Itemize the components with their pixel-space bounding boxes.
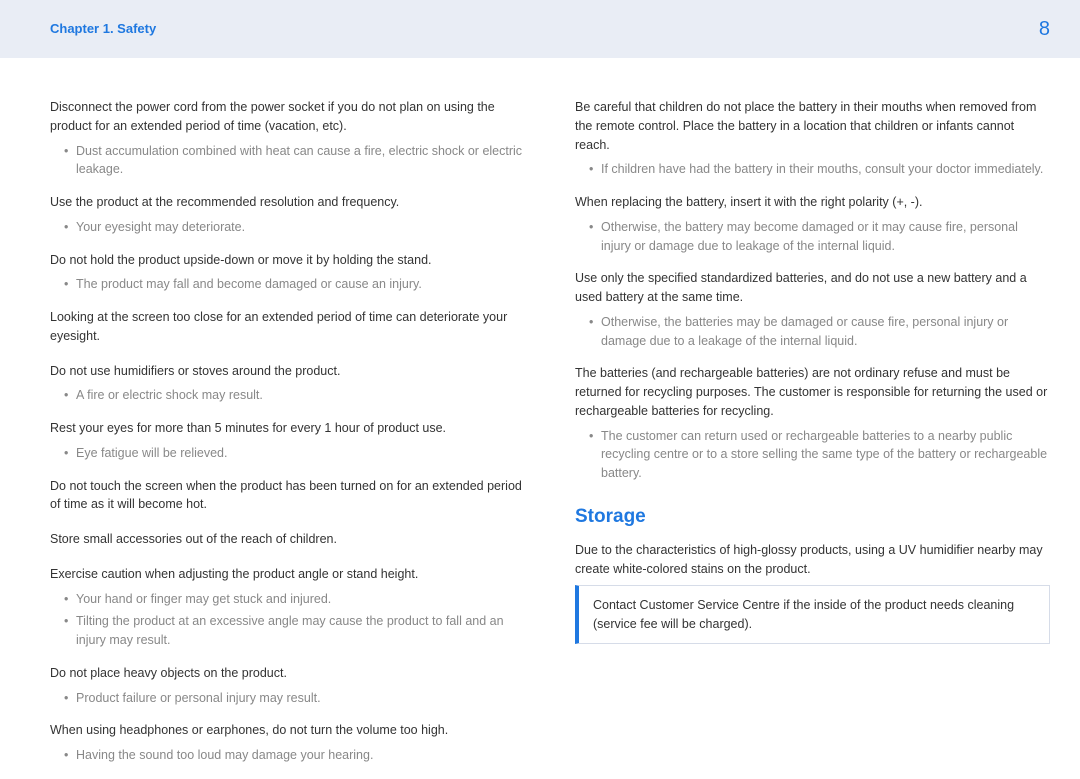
paragraph: Do not touch the screen when the product… xyxy=(50,477,525,515)
bullet-item: The product may fall and become damaged … xyxy=(64,275,525,294)
bullet-list: Otherwise, the battery may become damage… xyxy=(575,218,1050,256)
bullet-list: A fire or electric shock may result. xyxy=(50,386,525,405)
bullet-list: Otherwise, the batteries may be damaged … xyxy=(575,313,1050,351)
right-block: Use only the specified standardized batt… xyxy=(575,269,1050,350)
paragraph: Exercise caution when adjusting the prod… xyxy=(50,565,525,584)
page-number: 8 xyxy=(1039,14,1050,44)
paragraph: Do not place heavy objects on the produc… xyxy=(50,664,525,683)
bullet-list: The customer can return used or recharge… xyxy=(575,427,1050,483)
left-block: Use the product at the recommended resol… xyxy=(50,193,525,237)
bullet-item: Eye fatigue will be relieved. xyxy=(64,444,525,463)
bullet-list: Your eyesight may deteriorate. xyxy=(50,218,525,237)
chapter-title: Chapter 1. Safety xyxy=(50,19,156,39)
left-block: Looking at the screen too close for an e… xyxy=(50,308,525,346)
storage-paragraph: Due to the characteristics of high-gloss… xyxy=(575,541,1050,579)
bullet-item: A fire or electric shock may result. xyxy=(64,386,525,405)
paragraph: When replacing the battery, insert it wi… xyxy=(575,193,1050,212)
left-block: Do not touch the screen when the product… xyxy=(50,477,525,515)
bullet-item: If children have had the battery in thei… xyxy=(589,160,1050,179)
bullet-item: Product failure or personal injury may r… xyxy=(64,689,525,708)
right-column: Be careful that children do not place th… xyxy=(575,98,1050,779)
paragraph: Use the product at the recommended resol… xyxy=(50,193,525,212)
bullet-item: The customer can return used or recharge… xyxy=(589,427,1050,483)
page-header: Chapter 1. Safety 8 xyxy=(0,0,1080,58)
left-block: Do not use humidifiers or stoves around … xyxy=(50,362,525,406)
bullet-item: Tilting the product at an excessive angl… xyxy=(64,612,525,650)
bullet-list: Having the sound too loud may damage you… xyxy=(50,746,525,765)
paragraph: The batteries (and rechargeable batterie… xyxy=(575,364,1050,420)
bullet-item: Otherwise, the batteries may be damaged … xyxy=(589,313,1050,351)
storage-heading: Storage xyxy=(575,503,1050,532)
paragraph: Store small accessories out of the reach… xyxy=(50,530,525,549)
right-block: The batteries (and rechargeable batterie… xyxy=(575,364,1050,483)
left-block: Disconnect the power cord from the power… xyxy=(50,98,525,179)
paragraph: Do not hold the product upside-down or m… xyxy=(50,251,525,270)
left-block: Rest your eyes for more than 5 minutes f… xyxy=(50,419,525,463)
left-block: Do not hold the product upside-down or m… xyxy=(50,251,525,295)
page-content: Disconnect the power cord from the power… xyxy=(0,58,1080,779)
paragraph: Rest your eyes for more than 5 minutes f… xyxy=(50,419,525,438)
left-block: Store small accessories out of the reach… xyxy=(50,530,525,549)
right-block: Be careful that children do not place th… xyxy=(575,98,1050,179)
bullet-item: Your eyesight may deteriorate. xyxy=(64,218,525,237)
bullet-list: Your hand or finger may get stuck and in… xyxy=(50,590,525,650)
bullet-item: Having the sound too loud may damage you… xyxy=(64,746,525,765)
paragraph: Do not use humidifiers or stoves around … xyxy=(50,362,525,381)
bullet-list: If children have had the battery in thei… xyxy=(575,160,1050,179)
left-block: When using headphones or earphones, do n… xyxy=(50,721,525,765)
bullet-list: Product failure or personal injury may r… xyxy=(50,689,525,708)
left-block: Exercise caution when adjusting the prod… xyxy=(50,565,525,650)
paragraph: Be careful that children do not place th… xyxy=(575,98,1050,154)
left-block: Do not place heavy objects on the produc… xyxy=(50,664,525,708)
bullet-list: Dust accumulation combined with heat can… xyxy=(50,142,525,180)
storage-note-box: Contact Customer Service Centre if the i… xyxy=(575,585,1050,645)
paragraph: Use only the specified standardized batt… xyxy=(575,269,1050,307)
bullet-item: Your hand or finger may get stuck and in… xyxy=(64,590,525,609)
bullet-item: Otherwise, the battery may become damage… xyxy=(589,218,1050,256)
bullet-item: Dust accumulation combined with heat can… xyxy=(64,142,525,180)
paragraph: Disconnect the power cord from the power… xyxy=(50,98,525,136)
bullet-list: The product may fall and become damaged … xyxy=(50,275,525,294)
paragraph: Looking at the screen too close for an e… xyxy=(50,308,525,346)
bullet-list: Eye fatigue will be relieved. xyxy=(50,444,525,463)
paragraph: When using headphones or earphones, do n… xyxy=(50,721,525,740)
left-column: Disconnect the power cord from the power… xyxy=(50,98,525,779)
right-block: When replacing the battery, insert it wi… xyxy=(575,193,1050,255)
